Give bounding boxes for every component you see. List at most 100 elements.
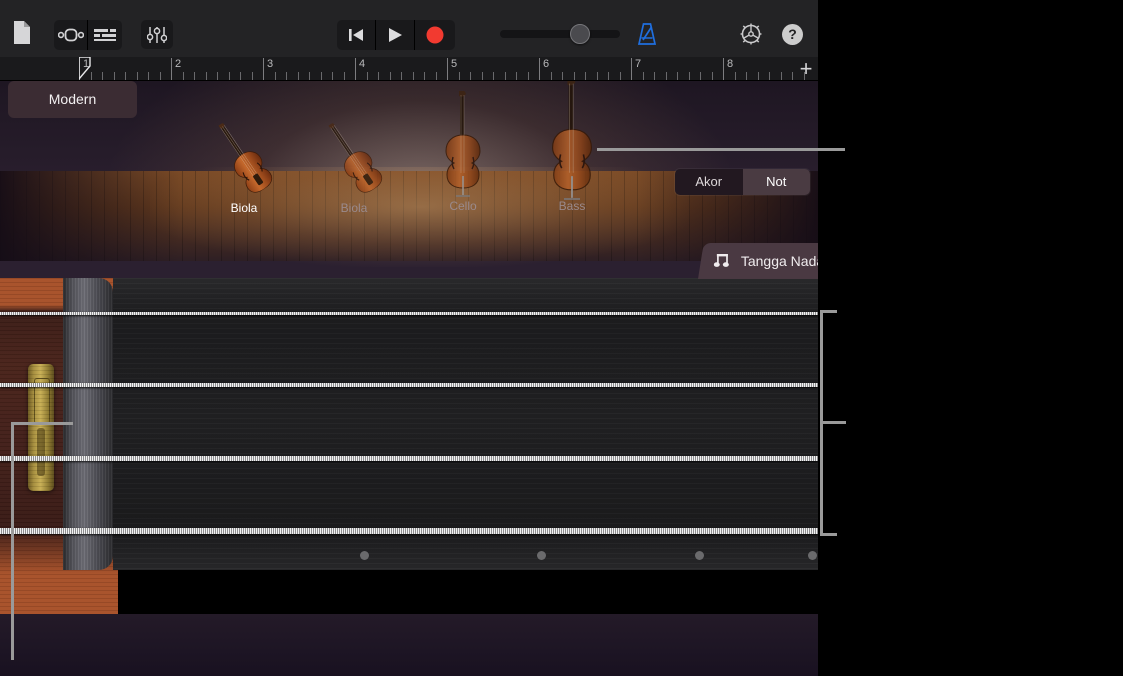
timeline-ruler[interactable]: 12 3 4 5 6 7 8 + xyxy=(0,57,818,81)
playhead[interactable] xyxy=(79,57,91,81)
ruler-minor-tick xyxy=(470,72,471,80)
position-marker-dot xyxy=(695,551,704,560)
ruler-minor-tick xyxy=(252,72,253,80)
instrument-label: Bass xyxy=(558,199,586,213)
document-icon[interactable] xyxy=(12,20,32,45)
volume-slider-knob[interactable] xyxy=(570,24,590,44)
record-button[interactable] xyxy=(415,20,454,50)
ruler-minor-tick xyxy=(217,72,218,80)
ruler-minor-tick xyxy=(516,72,517,80)
ruler-minor-tick xyxy=(608,72,609,80)
instrument-label: Cello xyxy=(449,199,477,213)
ruler-minor-tick xyxy=(194,72,195,80)
ruler-minor-tick xyxy=(275,72,276,80)
view-toggle-group xyxy=(54,20,122,50)
position-marker-dot xyxy=(537,551,546,560)
violin-string-D[interactable] xyxy=(0,455,818,461)
loop-browser-button[interactable] xyxy=(54,20,88,50)
ruler-minor-tick xyxy=(148,72,149,80)
garageband-window: ? 12345678 + Biola Biola Cello Bass Akor… xyxy=(0,0,818,676)
ruler-minor-tick xyxy=(413,72,414,80)
instrument-illustration xyxy=(543,81,601,212)
ruler-minor-tick xyxy=(735,72,736,80)
volume-slider-track[interactable] xyxy=(500,30,620,38)
scale-tab-label: Tangga Nada xyxy=(740,253,818,269)
mixer-faders-button[interactable] xyxy=(141,20,173,49)
ruler-major-tick xyxy=(539,58,540,80)
ruler-minor-tick xyxy=(344,72,345,80)
ruler-minor-tick xyxy=(528,72,529,80)
app-root: ? 12345678 + Biola Biola Cello Bass Akor… xyxy=(0,0,1123,676)
eighth-notes-icon xyxy=(713,254,729,267)
ruler-minor-tick xyxy=(298,72,299,80)
toggle-option-not[interactable]: Not xyxy=(742,169,810,195)
violin-string-E[interactable] xyxy=(0,311,818,315)
ruler-minor-tick xyxy=(574,72,575,80)
ruler-minor-tick xyxy=(102,72,103,80)
ruler-minor-tick xyxy=(91,72,92,80)
ruler-bar-1: 1 xyxy=(79,57,171,81)
ruler-bar-2: 2 xyxy=(171,57,263,81)
ruler-minor-tick xyxy=(240,72,241,80)
ruler-minor-tick xyxy=(700,72,701,80)
track-list-button[interactable] xyxy=(88,20,122,50)
ruler-major-tick xyxy=(631,58,632,80)
transport-controls xyxy=(337,20,455,50)
ruler-minor-tick xyxy=(769,72,770,80)
help-button[interactable]: ? xyxy=(782,24,803,45)
instrument-option-biola-1[interactable]: Biola xyxy=(326,117,383,215)
fretboard-bottom-shadow xyxy=(0,614,818,676)
ruler-minor-tick xyxy=(125,72,126,80)
ruler-minor-tick xyxy=(424,72,425,80)
add-section-button[interactable]: + xyxy=(797,58,815,80)
ruler-minor-tick xyxy=(562,72,563,80)
instrument-option-biola-0[interactable]: Biola xyxy=(216,117,273,215)
ruler-minor-tick xyxy=(677,72,678,80)
violin-string-G[interactable] xyxy=(0,528,818,534)
ruler-minor-tick xyxy=(654,72,655,80)
ruler-bar-number: 5 xyxy=(451,58,458,70)
gear-icon[interactable] xyxy=(740,23,762,45)
ruler-minor-tick xyxy=(378,72,379,80)
ruler-minor-tick xyxy=(551,72,552,80)
ruler-minor-tick xyxy=(643,72,644,80)
ruler-bar-7: 7 xyxy=(631,57,723,81)
ruler-minor-tick xyxy=(160,72,161,80)
ruler-minor-tick xyxy=(436,72,437,80)
metronome-icon[interactable] xyxy=(636,22,658,46)
instrument-option-bass-3[interactable]: Bass xyxy=(543,81,601,213)
ruler-minor-tick xyxy=(309,72,310,80)
ruler-major-tick xyxy=(355,58,356,80)
ruler-bar-number: 3 xyxy=(267,58,274,70)
toggle-option-akor[interactable]: Akor xyxy=(675,169,743,195)
chord-note-toggle: Akor Not xyxy=(675,169,810,195)
ruler-minor-tick xyxy=(620,72,621,80)
violin-string-A[interactable] xyxy=(0,383,818,387)
rewind-button[interactable] xyxy=(337,20,376,50)
focus-bracket-body xyxy=(11,422,73,660)
ruler-minor-tick xyxy=(792,72,793,80)
ruler-minor-tick xyxy=(390,72,391,80)
ruler-minor-tick xyxy=(482,72,483,80)
ruler-bar-number: 8 xyxy=(727,58,734,70)
play-button[interactable] xyxy=(376,20,415,50)
ruler-minor-tick xyxy=(229,72,230,80)
violin-fretboard[interactable] xyxy=(0,278,818,676)
ruler-minor-tick xyxy=(758,72,759,80)
ruler-minor-tick xyxy=(137,72,138,80)
ruler-bar-4: 4 xyxy=(355,57,447,81)
ruler-minor-tick xyxy=(746,72,747,80)
ruler-minor-tick xyxy=(286,72,287,80)
focus-leader-line-top xyxy=(597,148,845,151)
scale-tab[interactable]: Tangga Nada xyxy=(698,243,818,279)
ruler-minor-tick xyxy=(183,72,184,80)
ruler-minor-tick xyxy=(585,72,586,80)
preset-name-label[interactable]: Modern xyxy=(8,81,137,118)
ruler-bar-number: 7 xyxy=(635,58,642,70)
instrument-option-cello-2[interactable]: Cello xyxy=(440,90,486,213)
ruler-minor-tick xyxy=(401,72,402,80)
ruler-major-tick xyxy=(171,58,172,80)
toolbar: ? xyxy=(0,0,818,57)
ruler-minor-tick xyxy=(505,72,506,80)
instrument-label: Biola xyxy=(230,201,258,215)
